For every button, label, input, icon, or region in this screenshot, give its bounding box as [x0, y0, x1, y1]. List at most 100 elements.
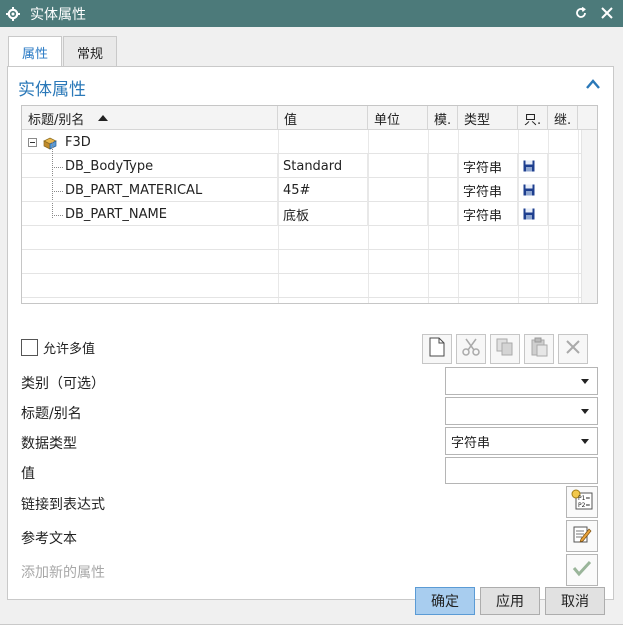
cut-icon	[461, 337, 481, 361]
reference-text-button[interactable]	[566, 520, 598, 552]
expression-icon: P1= P2=	[570, 488, 594, 516]
reset-icon[interactable]	[573, 4, 589, 22]
datatype-value: 字符串	[451, 435, 491, 451]
save-disk-icon	[523, 208, 535, 220]
section-title: 实体属性	[18, 80, 86, 100]
attribute-value: 底板	[278, 202, 368, 226]
attribute-type: 字符串	[458, 202, 518, 226]
part-icon	[42, 135, 58, 151]
value-label: 值	[21, 466, 35, 482]
column-header-title[interactable]: 标题/别名	[22, 106, 278, 130]
properties-panel: 实体属性 标题/别名 值 单位 模. 类型 只. 继. F3D DB_BodyT…	[7, 66, 614, 600]
title-alias-dropdown[interactable]	[445, 397, 598, 425]
column-header-value[interactable]: 值	[278, 106, 368, 130]
tab-general[interactable]: 常规	[63, 36, 118, 67]
column-header-label: 标题/别名	[28, 112, 85, 128]
attribute-unit	[368, 154, 428, 178]
title-bar: 实体属性	[0, 0, 623, 27]
table-header: 标题/别名 值 单位 模. 类型 只. 继.	[22, 106, 597, 130]
delete-button[interactable]	[558, 334, 588, 364]
delete-icon	[564, 338, 582, 360]
column-header-mode[interactable]: 模.	[428, 106, 458, 130]
attribute-type: 字符串	[458, 178, 518, 202]
collapse-tree-icon[interactable]	[28, 138, 37, 147]
background-window-strip	[0, 624, 623, 638]
chevron-down-icon	[581, 409, 589, 414]
table-row[interactable]: DB_BodyType Standard 字符串	[22, 154, 597, 178]
tab-properties[interactable]: 属性	[8, 36, 63, 68]
gear-icon[interactable]	[6, 6, 20, 21]
edit-toolbar	[422, 334, 588, 364]
close-icon[interactable]	[599, 4, 615, 22]
category-label: 类别（可选）	[21, 376, 105, 392]
add-attribute-label: 添加新的属性	[21, 565, 105, 581]
readonly-cell[interactable]	[518, 202, 548, 226]
chevron-down-icon	[581, 439, 589, 444]
svg-text:P1=: P1=	[578, 495, 590, 502]
readonly-cell[interactable]	[518, 178, 548, 202]
link-expression-label: 链接到表达式	[21, 497, 105, 513]
empty-table-row	[22, 226, 597, 250]
attribute-unit	[368, 178, 428, 202]
column-header-label: 继.	[554, 112, 572, 128]
paste-button[interactable]	[524, 334, 554, 364]
column-header-type[interactable]: 类型	[458, 106, 518, 130]
save-disk-icon	[523, 184, 535, 196]
collapse-icon[interactable]	[585, 77, 601, 91]
column-header-label: 类型	[464, 112, 491, 128]
allow-multi-label: 允许多值	[43, 342, 96, 357]
column-header-label: 只.	[524, 112, 542, 128]
dialog-body: 属性 常规 实体属性 标题/别名 值 单位 模. 类型 只. 继. F3D DB…	[0, 27, 623, 638]
cut-button[interactable]	[456, 334, 486, 364]
column-header-readonly[interactable]: 只.	[518, 106, 548, 130]
allow-multi-checkbox[interactable]	[21, 339, 38, 356]
tab-bar: 属性 常规	[8, 36, 118, 68]
add-attribute-button[interactable]	[566, 554, 598, 586]
column-header-inherit[interactable]: 继.	[548, 106, 578, 130]
reference-text-label: 参考文本	[21, 531, 77, 547]
attribute-title: DB_BodyType	[60, 154, 278, 178]
column-header-label: 值	[284, 112, 298, 128]
attribute-table[interactable]: 标题/别名 值 单位 模. 类型 只. 继. F3D DB_BodyType S…	[21, 105, 598, 304]
edit-text-icon	[571, 523, 593, 549]
column-header-label: 单位	[374, 112, 401, 128]
column-header-unit[interactable]: 单位	[368, 106, 428, 130]
tab-label: 常规	[77, 46, 104, 62]
vertical-scrollbar[interactable]	[581, 130, 597, 303]
allow-multi-row[interactable]: 允许多值	[21, 338, 95, 357]
link-expression-button[interactable]: P1= P2=	[566, 486, 598, 518]
datatype-dropdown[interactable]: 字符串	[445, 427, 598, 455]
empty-table-row	[22, 274, 597, 298]
attribute-title: DB_PART_MATERICAL	[60, 178, 278, 202]
readonly-cell[interactable]	[518, 154, 548, 178]
table-row[interactable]: F3D	[22, 130, 597, 154]
title-alias-label: 标题/别名	[21, 406, 82, 422]
attribute-value: Standard	[278, 154, 368, 178]
empty-table-row	[22, 250, 597, 274]
apply-button[interactable]: 应用	[480, 587, 540, 615]
window-title: 实体属性	[30, 6, 86, 23]
table-row[interactable]: DB_PART_NAME 底板 字符串	[22, 202, 597, 226]
value-input[interactable]	[445, 457, 598, 484]
attribute-mode	[428, 178, 458, 202]
save-disk-icon	[523, 160, 535, 172]
new-button[interactable]	[422, 334, 452, 364]
category-dropdown[interactable]	[445, 367, 598, 395]
ok-button[interactable]: 确定	[415, 587, 475, 615]
attribute-mode	[428, 154, 458, 178]
attribute-unit	[368, 202, 428, 226]
attribute-title: DB_PART_NAME	[60, 202, 278, 226]
svg-text:P2=: P2=	[578, 502, 590, 509]
paste-icon	[529, 337, 549, 361]
copy-button[interactable]	[490, 334, 520, 364]
attribute-type: 字符串	[458, 154, 518, 178]
table-row[interactable]: DB_PART_MATERICAL 45# 字符串	[22, 178, 597, 202]
attribute-mode	[428, 202, 458, 226]
datatype-label: 数据类型	[21, 436, 77, 452]
column-header-label: 模.	[434, 112, 452, 128]
attribute-value: 45#	[278, 178, 368, 202]
new-icon	[428, 337, 446, 361]
cancel-button[interactable]: 取消	[545, 587, 605, 615]
chevron-down-icon	[581, 379, 589, 384]
checkmark-icon	[572, 559, 592, 581]
